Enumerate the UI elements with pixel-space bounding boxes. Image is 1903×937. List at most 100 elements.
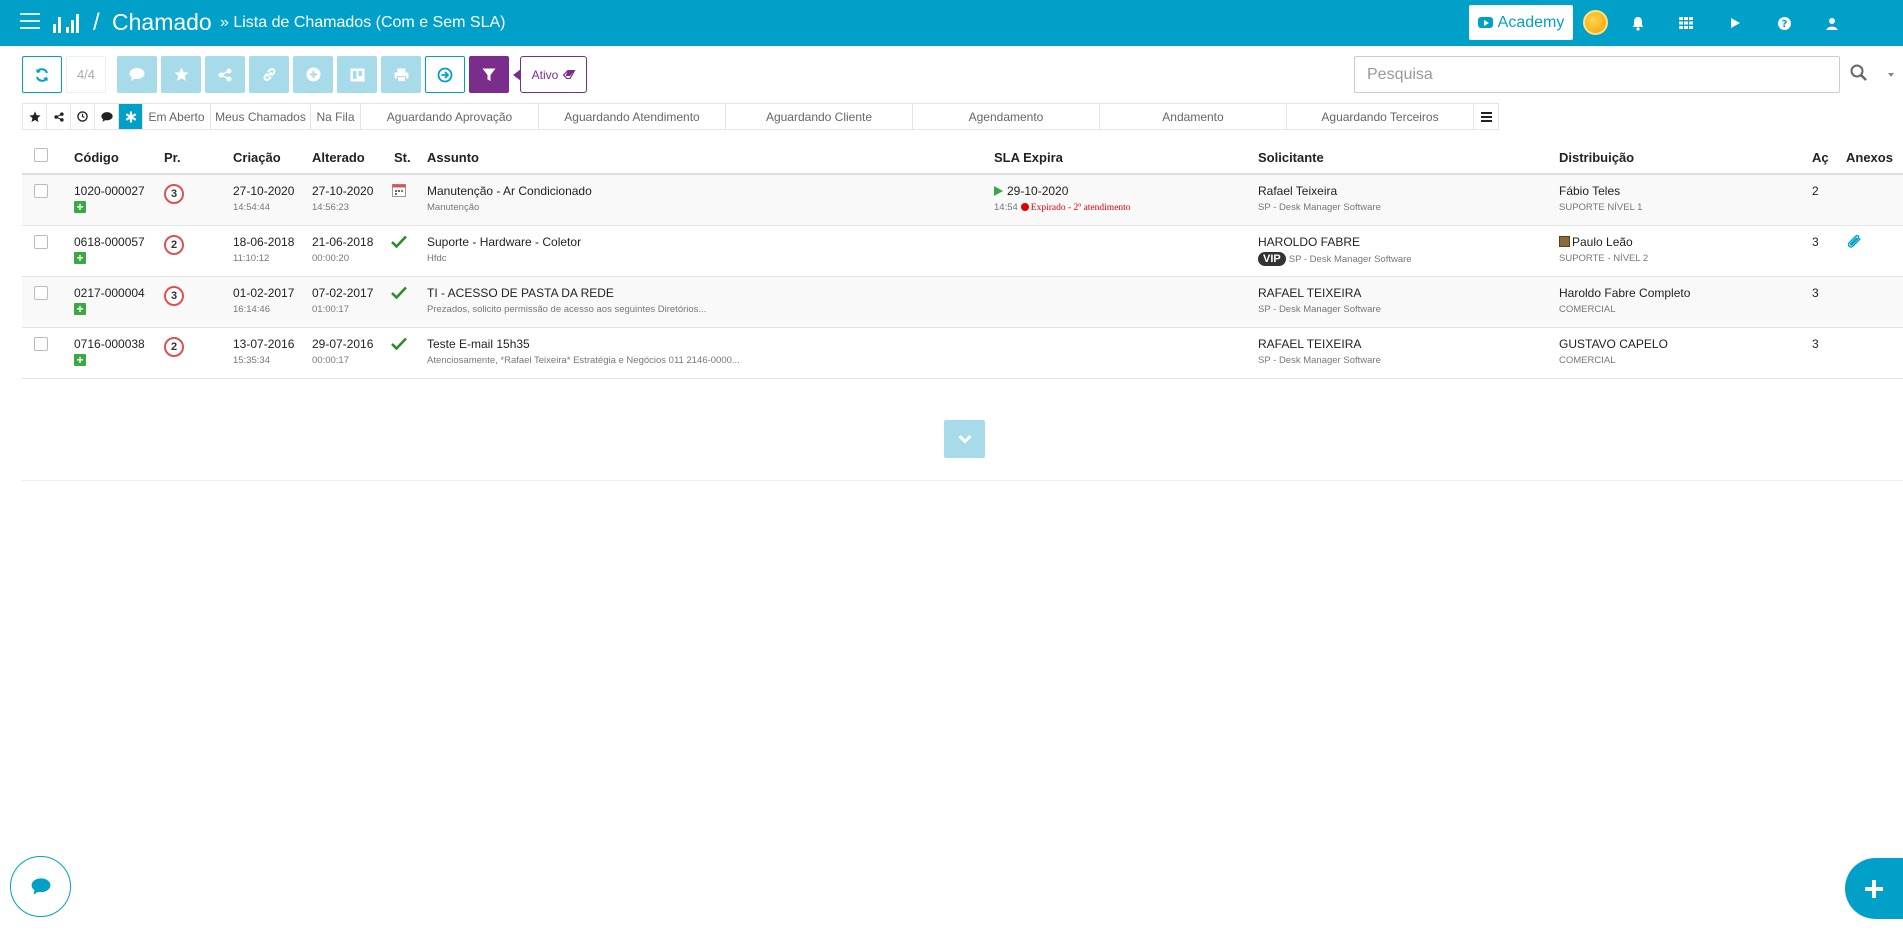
assignee-team: COMERCIAL — [1559, 355, 1616, 366]
search-input[interactable] — [1354, 56, 1840, 93]
row-checkbox[interactable] — [34, 337, 48, 351]
breadcrumb-module[interactable]: Chamado — [112, 9, 212, 36]
share-icon — [53, 111, 64, 122]
tab-aguardando-atendimento[interactable]: Aguardando Atendimento — [539, 104, 726, 129]
youtube-icon — [1477, 17, 1493, 28]
tab-aguardando-terceiros[interactable]: Aguardando Terceiros — [1287, 104, 1474, 129]
col-status[interactable]: St. — [394, 150, 411, 165]
table-row[interactable]: 0618-000057 + 2 18-06-2018 11:10:12 21-0… — [22, 226, 1903, 277]
refresh-icon — [36, 67, 48, 82]
updated-time: 00:00:17 — [312, 355, 349, 366]
assignee[interactable]: Haroldo Fabre Completo — [1559, 286, 1690, 300]
expand-plus-icon[interactable]: + — [74, 354, 86, 366]
logo-icon[interactable] — [53, 11, 79, 33]
help-icon[interactable]: ? — [1775, 14, 1793, 32]
created-time: 11:10:12 — [233, 253, 270, 264]
academy-button[interactable]: Academy — [1469, 5, 1573, 40]
favorite-button[interactable] — [161, 56, 201, 93]
table-row[interactable]: 0217-000004 + 3 01-02-2017 16:14:46 07-0… — [22, 277, 1903, 328]
col-distribuicao[interactable]: Distribuição — [1559, 150, 1634, 165]
share-button[interactable] — [205, 56, 245, 93]
requester[interactable]: RAFAEL TEIXEIRA — [1258, 337, 1361, 351]
col-anexos[interactable]: Anexos — [1846, 150, 1893, 165]
col-prioridade[interactable]: Pr. — [164, 150, 181, 165]
ticket-code[interactable]: 0618-000057 — [74, 235, 145, 249]
assignee-team: SUPORTE NÍVEL 1 — [1559, 202, 1643, 213]
created-time: 15:35:34 — [233, 355, 270, 366]
attachment-icon[interactable] — [1846, 234, 1862, 254]
expand-plus-icon[interactable]: + — [74, 201, 86, 213]
tab-aguardando-aprovacao[interactable]: Aguardando Aprovação — [361, 104, 539, 129]
subject[interactable]: TI - ACESSO DE PASTA DA REDE — [427, 286, 614, 300]
row-checkbox[interactable] — [34, 286, 48, 300]
tab-favorites[interactable] — [23, 104, 47, 129]
ticket-code[interactable]: 0217-000004 — [74, 286, 145, 300]
col-assunto[interactable]: Assunto — [427, 150, 479, 165]
search-options-caret-icon[interactable] — [1888, 73, 1894, 77]
asterisk-icon — [125, 111, 136, 122]
apps-grid-icon[interactable] — [1677, 14, 1695, 32]
assignee[interactable]: GUSTAVO CAPELO — [1559, 337, 1668, 351]
table-row[interactable]: 0716-000038 + 2 13-07-2016 15:35:34 29-0… — [22, 328, 1903, 379]
coin-icon[interactable] — [1583, 10, 1608, 35]
col-sla[interactable]: SLA Expira — [994, 150, 1063, 165]
assignee-line[interactable]: Paulo Leão — [1559, 235, 1633, 249]
row-checkbox[interactable] — [34, 235, 48, 249]
search-icon[interactable] — [1850, 64, 1870, 84]
tab-na-fila[interactable]: Na Fila — [311, 104, 361, 129]
menu-icon[interactable] — [20, 13, 40, 31]
requester[interactable]: RAFAEL TEIXEIRA — [1258, 286, 1361, 300]
tab-andamento[interactable]: Andamento — [1100, 104, 1287, 129]
tab-agendamento[interactable]: Agendamento — [913, 104, 1100, 129]
print-button[interactable] — [381, 56, 421, 93]
sla-expiry: 29-10-2020 — [994, 184, 1068, 198]
bell-icon[interactable] — [1629, 14, 1647, 32]
tab-aguardando-cliente[interactable]: Aguardando Cliente — [726, 104, 913, 129]
col-alterado[interactable]: Alterado — [312, 150, 365, 165]
subject[interactable]: Suporte - Hardware - Coletor — [427, 235, 581, 249]
comment-button[interactable] — [117, 56, 157, 93]
table-row[interactable]: 1020-000027 + 3 27-10-2020 14:54:44 27-1… — [22, 175, 1903, 226]
col-criacao[interactable]: Criação — [233, 150, 281, 165]
col-acoes[interactable]: Aç — [1812, 150, 1829, 165]
new-ticket-button[interactable] — [1845, 858, 1903, 919]
check-icon — [391, 337, 407, 355]
tab-recent[interactable] — [71, 104, 95, 129]
tab-shared[interactable] — [47, 104, 71, 129]
sla-date: 29-10-2020 — [1007, 184, 1069, 198]
requester[interactable]: Rafael Teixeira — [1258, 184, 1337, 198]
expand-plus-icon[interactable]: + — [74, 303, 86, 315]
filter-button[interactable] — [469, 56, 509, 93]
tab-meus-chamados[interactable]: Meus Chamados — [211, 104, 311, 129]
user-icon[interactable] — [1823, 14, 1841, 32]
filter-status-tag[interactable]: Ativo — [513, 56, 587, 93]
row-checkbox[interactable] — [34, 184, 48, 198]
ticket-code[interactable]: 1020-000027 — [74, 184, 145, 198]
subject[interactable]: Teste E-mail 15h35 — [427, 337, 530, 351]
load-more-button[interactable] — [944, 420, 985, 458]
add-button[interactable] — [293, 56, 333, 93]
chat-button[interactable] — [10, 856, 71, 917]
refresh-button[interactable] — [22, 56, 62, 93]
actions-count: 3 — [1812, 286, 1819, 300]
expand-plus-icon[interactable]: + — [74, 252, 86, 264]
ticket-code[interactable]: 0716-000038 — [74, 337, 145, 351]
updated-date: 29-07-2016 — [312, 337, 374, 351]
tabs-menu-icon[interactable] — [1474, 104, 1498, 129]
col-codigo[interactable]: Código — [74, 150, 119, 165]
tab-all[interactable] — [119, 104, 143, 129]
assignee[interactable]: Fábio Teles — [1559, 184, 1620, 198]
eraser-icon[interactable] — [563, 70, 576, 79]
requester[interactable]: HAROLDO FABRE — [1258, 235, 1360, 249]
select-all-checkbox[interactable] — [34, 148, 48, 162]
priority-badge: 2 — [164, 337, 184, 357]
tab-em-aberto[interactable]: Em Aberto — [143, 104, 211, 129]
forward-button[interactable] — [425, 56, 465, 93]
col-solicitante[interactable]: Solicitante — [1258, 150, 1324, 165]
play-icon[interactable] — [1726, 14, 1744, 32]
tab-comments[interactable] — [95, 104, 119, 129]
kanban-button[interactable] — [337, 56, 377, 93]
link-button[interactable] — [249, 56, 289, 93]
academy-label: Academy — [1497, 13, 1565, 31]
subject[interactable]: Manutenção - Ar Condicionado — [427, 184, 592, 198]
